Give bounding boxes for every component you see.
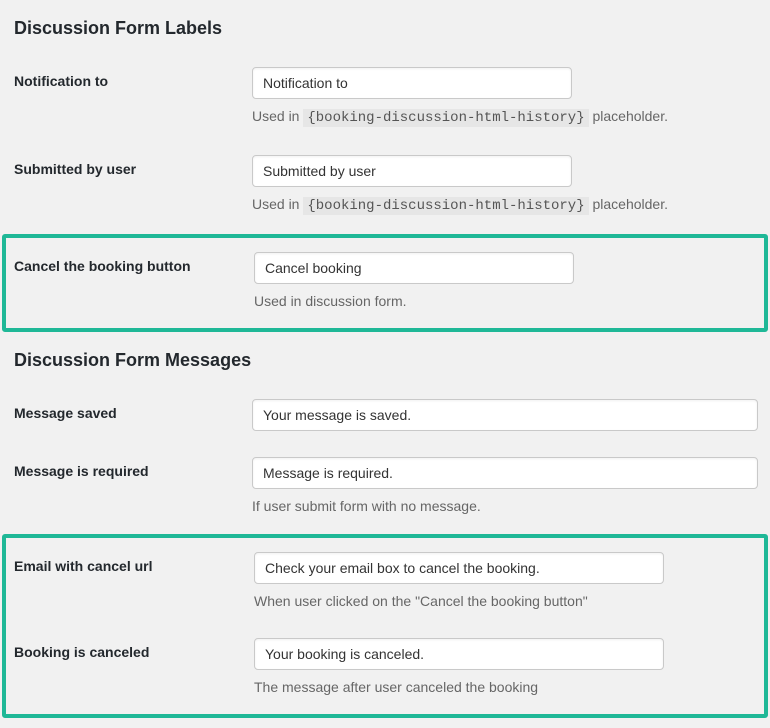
label-cancel-booking-button: Cancel the booking button	[14, 252, 254, 274]
help-email-cancel-url: When user clicked on the "Cancel the boo…	[254, 592, 756, 612]
label-email-cancel-url: Email with cancel url	[14, 552, 254, 574]
input-notification-to[interactable]	[252, 67, 572, 99]
code-placeholder: {booking-discussion-html-history}	[303, 197, 588, 215]
input-booking-canceled[interactable]	[254, 638, 664, 670]
input-submitted-by-user[interactable]	[252, 155, 572, 187]
row-message-required: Message is required If user submit form …	[0, 445, 770, 531]
input-message-saved[interactable]	[252, 399, 758, 431]
label-message-saved: Message saved	[12, 399, 252, 421]
label-notification-to: Notification to	[12, 67, 252, 89]
section-discussion-form-messages-title: Discussion Form Messages	[0, 342, 770, 387]
row-submitted-by-user: Submitted by user Used in {booking-discu…	[0, 143, 770, 231]
row-notification-to: Notification to Used in {booking-discuss…	[0, 55, 770, 143]
highlight-cancel-button: Cancel the booking button Used in discus…	[2, 234, 768, 332]
section-discussion-form-labels-title: Discussion Form Labels	[0, 10, 770, 55]
row-cancel-booking-button: Cancel the booking button Used in discus…	[6, 240, 764, 326]
label-booking-canceled: Booking is canceled	[14, 638, 254, 660]
highlight-cancel-messages: Email with cancel url When user clicked …	[2, 534, 768, 717]
input-cancel-booking-button[interactable]	[254, 252, 574, 284]
input-message-required[interactable]	[252, 457, 758, 489]
code-placeholder: {booking-discussion-html-history}	[303, 109, 588, 127]
help-cancel-booking-button: Used in discussion form.	[254, 292, 756, 312]
help-booking-canceled: The message after user canceled the book…	[254, 678, 756, 698]
row-email-cancel-url: Email with cancel url When user clicked …	[6, 540, 764, 626]
label-message-required: Message is required	[12, 457, 252, 479]
label-submitted-by-user: Submitted by user	[12, 155, 252, 177]
input-email-cancel-url[interactable]	[254, 552, 664, 584]
help-notification-to: Used in {booking-discussion-html-history…	[252, 107, 758, 129]
help-message-required: If user submit form with no message.	[252, 497, 758, 517]
help-submitted-by-user: Used in {booking-discussion-html-history…	[252, 195, 758, 217]
row-message-saved: Message saved	[0, 387, 770, 445]
